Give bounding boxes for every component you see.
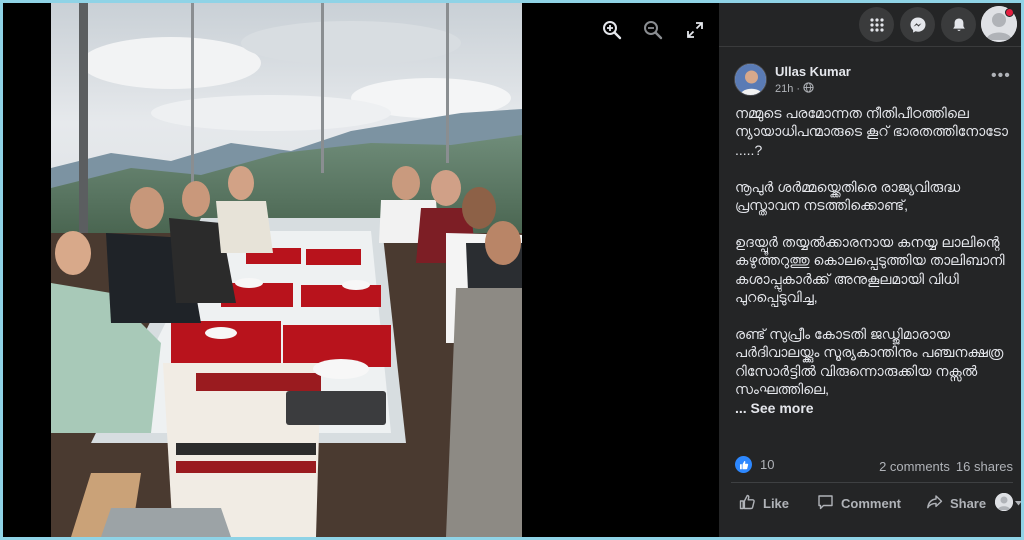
zoom-out-icon[interactable] [642, 19, 664, 41]
chevron-down-icon [1015, 493, 1021, 511]
share-button[interactable]: Share [926, 494, 986, 513]
more-options-icon[interactable]: ••• [991, 67, 1011, 85]
notification-badge [1005, 8, 1014, 17]
like-label: Like [763, 495, 790, 511]
author-name[interactable]: Ullas Kumar [775, 64, 851, 79]
post-side-panel: Ullas Kumar 21h · ••• നമ്മുടെ പരമോന്നത ന… [719, 3, 1021, 537]
like-button[interactable]: Like [739, 494, 789, 513]
like-icon [739, 494, 756, 513]
post-actions: Like Comment Share [731, 485, 1013, 521]
comment-as-selector[interactable] [995, 493, 1021, 511]
messenger-icon[interactable] [900, 7, 935, 42]
reaction-count: 10 [760, 457, 775, 472]
user-avatar [995, 493, 1013, 511]
post-body: നമ്മുടെ പരമോന്നത നീതിപീഠത്തിലെ ന്യായാധിപ… [735, 105, 1008, 398]
actions-divider-top [731, 482, 1013, 483]
meta-separator: · [796, 83, 801, 95]
photo-viewer [3, 3, 719, 537]
post-meta: 21h · [775, 82, 814, 96]
globe-icon [803, 82, 814, 96]
shares-count[interactable]: 16 shares [956, 459, 1013, 474]
see-more-link[interactable]: ... See more [735, 400, 814, 416]
post-text: നമ്മുടെ പരമോന്നത നീതിപീഠത്തിലെ ന്യായാധിപ… [735, 104, 1013, 417]
notifications-bell-icon[interactable] [941, 7, 976, 42]
like-reaction-icon [735, 456, 752, 473]
expand-icon[interactable] [684, 19, 706, 41]
comment-button[interactable]: Comment [817, 494, 901, 513]
comment-icon [817, 494, 834, 513]
engagement-counts: 2 comments 16 shares [879, 459, 1013, 474]
zoom-in-icon[interactable] [601, 19, 623, 41]
post-time[interactable]: 21h [775, 83, 793, 95]
author-avatar[interactable] [734, 63, 767, 96]
share-icon [926, 494, 943, 513]
reaction-summary[interactable]: 10 [735, 456, 774, 473]
post-photo[interactable] [51, 3, 522, 537]
comment-label: Comment [841, 495, 901, 511]
facebook-photo-viewer: Ullas Kumar 21h · ••• നമ്മുടെ പരമോന്നത ന… [3, 3, 1021, 537]
menu-grid-icon[interactable] [859, 7, 894, 42]
share-label: Share [949, 495, 987, 511]
top-navigation-bar [719, 3, 1021, 47]
comments-count[interactable]: 2 comments [879, 459, 950, 474]
